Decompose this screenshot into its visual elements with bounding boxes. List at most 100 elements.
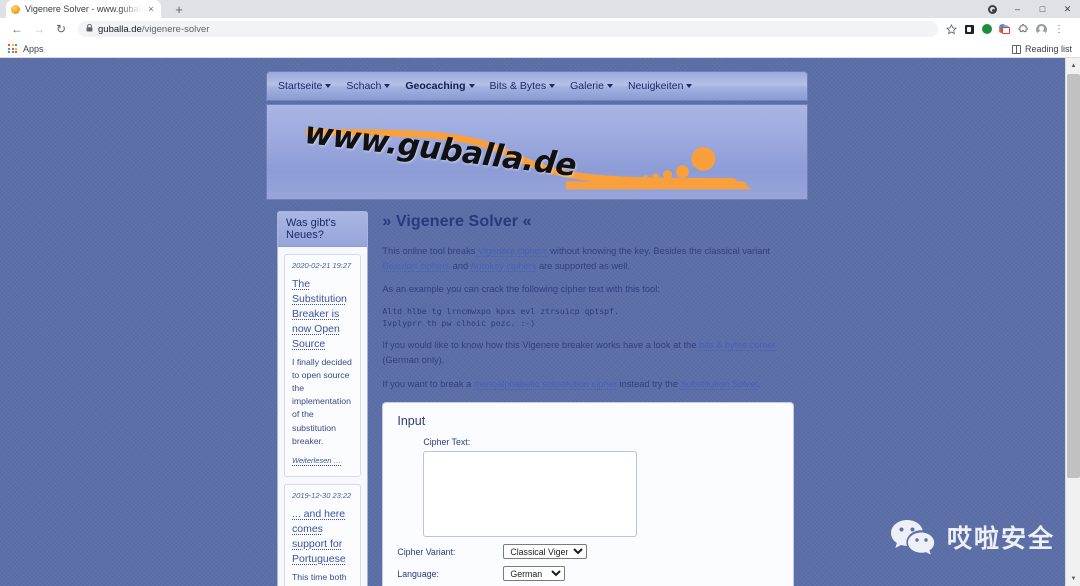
scroll-up-arrow[interactable]: ▲ — [1066, 58, 1080, 73]
news-sidebar: Was gibt's Neues? 2020-02-21 19:27 The S… — [277, 211, 369, 586]
globe-favicon — [11, 4, 20, 14]
wechat-watermark: 哎啦安全 — [890, 518, 1055, 556]
browser-toolbar: ← → ↻ guballa.de/vigenere-solver ⋮ — [0, 18, 1080, 40]
watermark-text: 哎啦安全 — [946, 524, 1055, 553]
bookmarks-bar: Apps Reading list — [0, 40, 1080, 58]
nav-item-neuigkeiten[interactable]: Neuigkeiten — [627, 80, 693, 92]
substitution-paragraph: If you want to break a monoalphabetic su… — [382, 377, 794, 392]
extensions-puzzle-icon[interactable] — [1014, 18, 1032, 40]
content-row: Was gibt's Neues? 2020-02-21 19:27 The S… — [266, 200, 808, 586]
cipher-text-input[interactable] — [423, 451, 638, 538]
browser-tab[interactable]: Vigenere Solver - www.guballa.de × — [6, 0, 161, 18]
site-container: Startseite Schach Geocaching Bits & Byte… — [266, 71, 808, 586]
profile-avatar-icon[interactable] — [1032, 18, 1050, 40]
page-scrollbar[interactable]: ▲ ▼ — [1065, 58, 1080, 586]
nav-label: Geocaching — [405, 80, 466, 92]
text-fragment: without knowing the key. Besides the cla… — [547, 246, 771, 256]
chevron-down-icon — [606, 84, 613, 88]
news-read-more-link[interactable]: Weiterlesen … — [292, 456, 341, 465]
language-select[interactable]: German English French Dutch Portuguese — [503, 566, 566, 582]
sidebar-header: Was gibt's Neues? — [278, 212, 368, 247]
tab-title: Vigenere Solver - www.guballa.de — [25, 4, 141, 14]
news-title-link[interactable]: The Substitution Breaker is now Open Sou… — [292, 277, 353, 352]
tab-strip: Vigenere Solver - www.guballa.de × + – □… — [0, 0, 1080, 18]
example-paragraph: As an example you can crack the followin… — [382, 284, 660, 295]
intro-paragraph: This online tool breaks Vigenère ciphers… — [382, 244, 794, 273]
text-fragment: instead try the — [617, 378, 681, 389]
reading-list-button[interactable]: Reading list — [1011, 40, 1072, 58]
extension-dark-icon[interactable] — [960, 18, 978, 40]
back-icon[interactable]: ← — [6, 18, 28, 40]
window-controls: – □ ✕ — [980, 0, 1080, 18]
nav-item-schach[interactable]: Schach — [346, 80, 391, 92]
nav-label: Neuigkeiten — [627, 80, 684, 92]
text-fragment: (German only). — [382, 355, 445, 366]
gear-icon[interactable] — [980, 0, 1005, 18]
news-date: 2020-02-21 19:27 — [292, 261, 352, 270]
scrollbar-thumb[interactable] — [1067, 74, 1080, 478]
news-date: 2019-12-30 23:22 — [292, 491, 352, 501]
chevron-down-icon — [686, 84, 693, 88]
language-label: Language: — [397, 568, 439, 579]
autokey-ciphers-link[interactable]: Autokey ciphers — [470, 261, 536, 271]
chevron-down-icon — [549, 84, 556, 88]
nav-item-bits-bytes[interactable]: Bits & Bytes — [490, 80, 556, 92]
scroll-down-arrow[interactable]: ▼ — [1066, 571, 1080, 586]
nav-item-geocaching[interactable]: Geocaching — [405, 80, 475, 92]
language-row: Language: German English French Dutch Po… — [397, 566, 779, 582]
howitworks-paragraph: If you would like to know how this Vigen… — [382, 338, 794, 367]
new-tab-button[interactable]: + — [170, 0, 188, 18]
nav-label: Bits & Bytes — [489, 80, 547, 92]
nav-label: Schach — [346, 80, 382, 92]
browser-chrome: Vigenere Solver - www.guballa.de × + – □… — [0, 0, 1080, 58]
cipher-variant-select[interactable]: Classical Vigenere Beaufort Autokey — [503, 544, 588, 560]
text-fragment: are supported as well. — [536, 260, 630, 271]
reading-list-label: Reading list — [1024, 44, 1072, 54]
news-title-link[interactable]: ... and here comes support for Portugues… — [292, 507, 353, 567]
nav-label: Startseite — [278, 80, 323, 92]
chevron-down-icon — [468, 84, 475, 88]
url-text: guballa.de/vigenere-solver — [98, 23, 210, 35]
cipher-variant-row: Cipher Variant: Classical Vigenere Beauf… — [397, 544, 779, 560]
monoalphabetic-cipher-link[interactable]: monoalphabetic substitution cipher — [474, 379, 617, 389]
lock-icon — [86, 23, 93, 34]
minimize-button[interactable]: – — [1005, 0, 1030, 18]
maximize-button[interactable]: □ — [1030, 0, 1055, 18]
cipher-text-label: Cipher Text: — [423, 437, 471, 448]
text-fragment: This online tool breaks — [382, 246, 478, 256]
reload-icon[interactable]: ↻ — [50, 18, 72, 40]
extension-green-icon[interactable] — [978, 18, 996, 40]
forward-icon[interactable]: → — [28, 18, 50, 40]
apps-grid-icon[interactable] — [8, 44, 17, 53]
nav-item-startseite[interactable]: Startseite — [278, 80, 332, 92]
news-body: I finally decided to open source the imp… — [292, 356, 352, 446]
text-fragment: If you would like to know how this Vigen… — [382, 340, 699, 351]
news-item: 2020-02-21 19:27 The Substitution Breake… — [284, 254, 362, 478]
vigenere-ciphers-link[interactable]: Vigenère ciphers — [478, 246, 548, 256]
cipher-variant-label: Cipher Variant: — [397, 546, 456, 557]
site-banner: www.guballa.de — [266, 104, 808, 200]
main-content: » Vigenere Solver « This online tool bre… — [382, 211, 798, 586]
text-fragment: If you want to break a — [382, 378, 474, 389]
nav-item-galerie[interactable]: Galerie — [570, 80, 613, 92]
address-bar[interactable]: guballa.de/vigenere-solver — [78, 21, 938, 37]
bookmark-apps-label[interactable]: Apps — [23, 44, 44, 54]
close-window-button[interactable]: ✕ — [1055, 0, 1080, 18]
text-fragment: and — [450, 260, 471, 271]
wechat-icon — [890, 518, 936, 556]
cipher-sample-text: Altd hlbe tg lrncmwxpo kpxs evl ztrsuicp… — [382, 306, 619, 328]
reading-list-icon — [1011, 44, 1021, 54]
news-body: This time both solvers have learnt to sp… — [292, 571, 347, 586]
text-fragment: . — [757, 378, 761, 389]
substitution-solver-link[interactable]: Substitution Solver — [681, 379, 758, 389]
nav-label: Galerie — [570, 80, 604, 92]
page-title: » Vigenere Solver « — [382, 213, 532, 230]
chevron-down-icon — [384, 84, 391, 88]
chevron-down-icon — [325, 84, 332, 88]
extension-multicolor-icon[interactable] — [996, 18, 1014, 40]
close-icon[interactable]: × — [146, 4, 156, 14]
chrome-menu-icon[interactable]: ⋮ — [1050, 18, 1068, 40]
beaufort-ciphers-link[interactable]: Beaufort ciphers — [382, 261, 450, 271]
bits-bytes-corner-link[interactable]: bits & bytes corner — [699, 340, 776, 350]
bookmark-star-icon[interactable] — [942, 18, 960, 40]
